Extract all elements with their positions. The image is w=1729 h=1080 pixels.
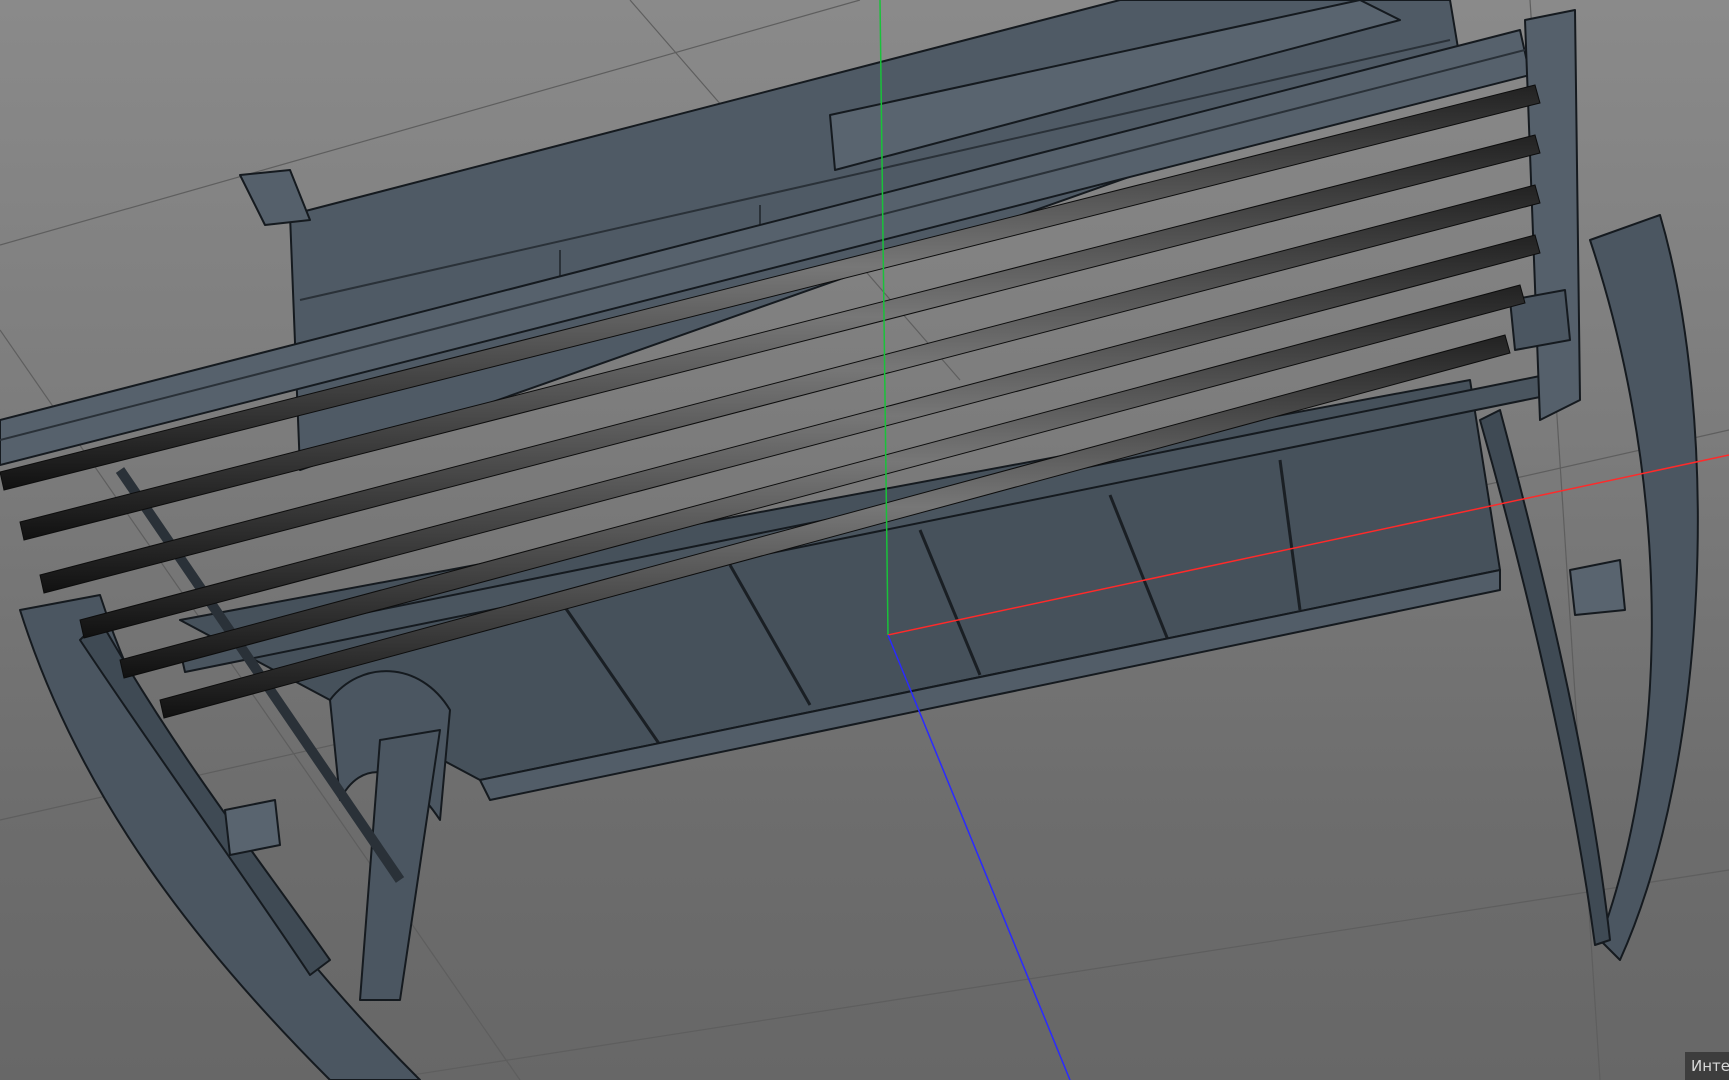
3d-viewport[interactable]: Инте [0,0,1729,1080]
axis-z [887,634,1071,1080]
viewport-canvas[interactable] [0,0,1729,1080]
interaction-mode-label[interactable]: Инте [1685,1052,1729,1080]
right-post [1524,9,1581,421]
left-post [239,169,311,226]
